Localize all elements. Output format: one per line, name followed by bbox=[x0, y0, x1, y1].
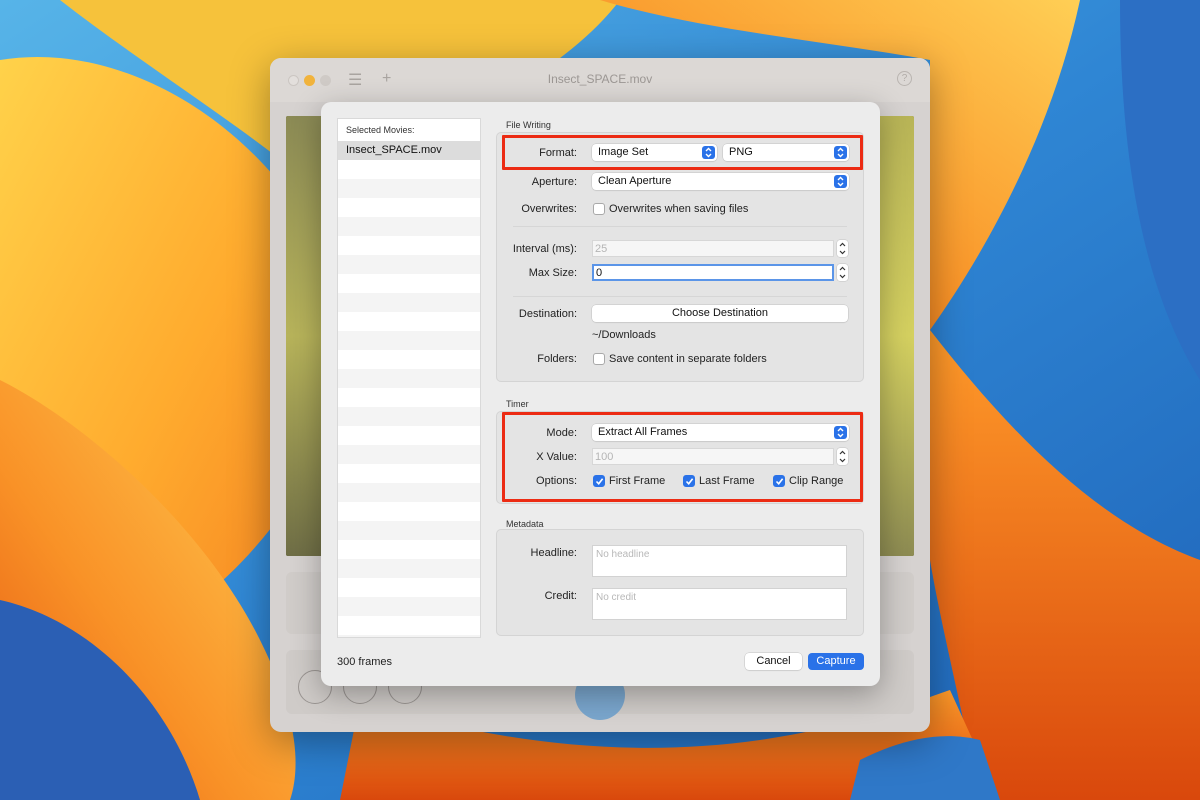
list-empty-row bbox=[338, 350, 480, 369]
list-empty-row bbox=[338, 160, 480, 179]
choose-destination-button[interactable]: Choose Destination bbox=[592, 305, 848, 322]
list-empty-row bbox=[338, 502, 480, 521]
list-empty-row bbox=[338, 293, 480, 312]
aperture-popup-value: Clean Aperture bbox=[598, 175, 672, 187]
list-empty-row bbox=[338, 198, 480, 217]
credit-field[interactable]: No credit bbox=[592, 588, 847, 620]
list-header: Selected Movies: bbox=[338, 119, 480, 141]
interval-label: Interval (ms): bbox=[512, 243, 577, 255]
destination-path: ~/Downloads bbox=[592, 329, 656, 341]
separator bbox=[513, 296, 847, 297]
list-empty-row bbox=[338, 255, 480, 274]
list-empty-row bbox=[338, 179, 480, 198]
window-title: Insect_SPACE.mov bbox=[547, 72, 653, 86]
list-empty-row bbox=[338, 578, 480, 597]
overwrites-label: Overwrites: bbox=[521, 203, 577, 215]
list-empty-row bbox=[338, 483, 480, 502]
list-empty-row bbox=[338, 369, 480, 388]
max-size-stepper[interactable] bbox=[837, 264, 848, 281]
list-empty-row bbox=[338, 331, 480, 350]
frame-count: 300 frames bbox=[337, 656, 393, 668]
list-empty-row bbox=[338, 274, 480, 293]
headline-field[interactable]: No headline bbox=[592, 545, 847, 577]
list-empty-row bbox=[338, 388, 480, 407]
list-empty-row bbox=[338, 521, 480, 540]
aperture-popup[interactable]: Clean Aperture bbox=[592, 173, 849, 190]
folders-checkbox[interactable] bbox=[593, 353, 605, 365]
folders-label: Folders: bbox=[537, 353, 577, 365]
list-empty-row bbox=[338, 236, 480, 255]
list-empty-row bbox=[338, 426, 480, 445]
folders-checkbox-label: Save content in separate folders bbox=[609, 353, 767, 365]
aperture-label: Aperture: bbox=[531, 176, 577, 188]
list-empty-row bbox=[338, 407, 480, 426]
chevron-up-down-icon bbox=[834, 175, 847, 188]
capture-button[interactable]: Capture bbox=[808, 653, 864, 670]
separator bbox=[513, 226, 847, 227]
headline-label: Headline: bbox=[530, 547, 577, 559]
file-writing-section-title: File Writing bbox=[506, 120, 551, 130]
capture-settings-sheet: Selected Movies: Insect_SPACE.mov 300 fr… bbox=[321, 102, 880, 686]
interval-stepper[interactable] bbox=[837, 240, 848, 257]
list-empty-row bbox=[338, 559, 480, 578]
overwrites-checkbox[interactable] bbox=[593, 203, 605, 215]
destination-label: Destination: bbox=[518, 308, 577, 320]
list-empty-row bbox=[338, 312, 480, 331]
overwrites-checkbox-label: Overwrites when saving files bbox=[609, 203, 749, 215]
help-icon[interactable]: ? bbox=[897, 71, 912, 86]
list-empty-row bbox=[338, 445, 480, 464]
timer-highlight-box bbox=[502, 412, 863, 502]
list-empty-row bbox=[338, 597, 480, 616]
format-highlight-box bbox=[502, 135, 863, 170]
list-empty-row bbox=[338, 464, 480, 483]
preview-flower-left bbox=[286, 116, 326, 556]
metadata-section-title: Metadata bbox=[506, 519, 544, 529]
list-empty-row bbox=[338, 540, 480, 559]
preview-flower-right bbox=[874, 116, 914, 556]
max-size-field[interactable]: 0 bbox=[592, 264, 834, 281]
cancel-button[interactable]: Cancel bbox=[745, 653, 802, 670]
selected-movies-list: Selected Movies: Insect_SPACE.mov bbox=[337, 118, 481, 638]
list-empty-row bbox=[338, 616, 480, 635]
list-item[interactable]: Insect_SPACE.mov bbox=[338, 141, 480, 160]
list-empty-row bbox=[338, 635, 480, 637]
credit-label: Credit: bbox=[544, 590, 577, 602]
list-empty-row bbox=[338, 217, 480, 236]
max-size-label: Max Size: bbox=[528, 267, 577, 279]
interval-field[interactable]: 25 bbox=[592, 240, 834, 257]
timer-section-title: Timer bbox=[506, 399, 529, 409]
